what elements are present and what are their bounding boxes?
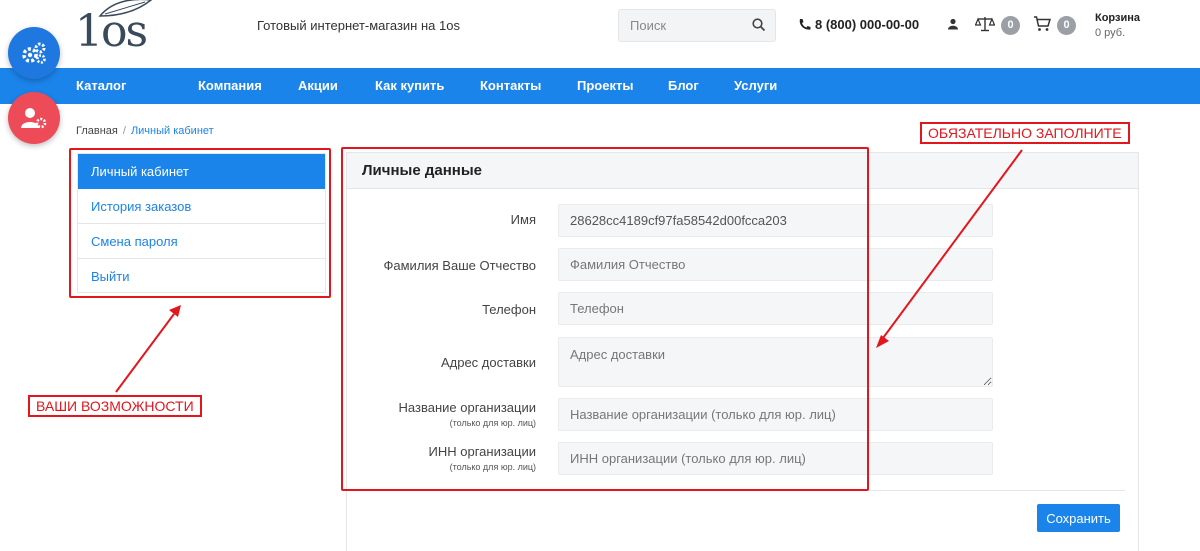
save-button[interactable]: Сохранить: [1037, 504, 1120, 532]
surname-input[interactable]: [558, 248, 993, 281]
user-icon[interactable]: [947, 18, 959, 30]
settings-fab-button[interactable]: [8, 27, 60, 79]
nav-item-how-to-buy[interactable]: Как купить: [375, 78, 444, 93]
sidebar-item-change-password[interactable]: Смена пароля: [78, 224, 325, 259]
account-sidebar: Личный кабинет История заказов Смена пар…: [77, 153, 326, 293]
sidebar-item-account[interactable]: Личный кабинет: [78, 154, 325, 189]
field-label-company-text: Название организации: [398, 400, 536, 415]
search-icon[interactable]: [751, 17, 767, 33]
phone-number: 8 (800) 000-00-00: [815, 17, 920, 32]
search-box: [618, 9, 776, 42]
field-label-inn-text: ИНН организации: [428, 444, 536, 459]
field-label-company: Название организации (только для юр. лиц…: [399, 400, 536, 428]
page: 1os Готовый интернет-магазин на 1os 8 (8…: [0, 0, 1200, 551]
field-label-phone: Телефон: [482, 302, 536, 317]
breadcrumb-current[interactable]: Личный кабинет: [131, 125, 214, 137]
note-fill-required: ОБЯЗАТЕЛЬНО ЗАПОЛНИТЕ: [920, 122, 1130, 144]
nav-item-company[interactable]: Компания: [198, 78, 262, 93]
field-note-company: (только для юр. лиц): [449, 418, 536, 428]
personal-data-panel: Личные данные Имя Фамилия Ваше Отчество …: [346, 152, 1139, 551]
cart-icon[interactable]: [1033, 16, 1051, 32]
sidebar-item-order-history[interactable]: История заказов: [78, 189, 325, 224]
phone-link[interactable]: 8 (800) 000-00-00: [798, 17, 919, 32]
field-label-surname: Фамилия Ваше Отчество: [383, 258, 537, 273]
user-settings-fab-button[interactable]: [8, 92, 60, 144]
cart-title[interactable]: Корзина: [1095, 12, 1140, 24]
field-label-name: Имя: [510, 212, 536, 227]
nav-item-blog[interactable]: Блог: [668, 78, 699, 93]
company-input[interactable]: [558, 398, 993, 431]
nav-item-promotions[interactable]: Акции: [298, 78, 338, 93]
cart-count-badge: 0: [1057, 16, 1076, 35]
field-label-address: Адрес доставки: [440, 355, 536, 370]
compare-count-badge: 0: [1001, 16, 1020, 35]
phone-icon: [799, 19, 811, 30]
search-input[interactable]: [619, 10, 739, 41]
compare-scales-icon[interactable]: [975, 16, 995, 32]
nav-item-contacts[interactable]: Контакты: [480, 78, 541, 93]
breadcrumb-separator: /: [122, 125, 126, 137]
gears-icon: [22, 42, 46, 64]
nav-item-projects[interactable]: Проекты: [577, 78, 633, 93]
name-input[interactable]: [558, 204, 993, 237]
field-label-inn: ИНН организации (только для юр. лиц): [429, 444, 536, 472]
main-nav: Каталог Компания Акции Как купить Контак…: [0, 68, 1200, 104]
user-gear-icon: [21, 108, 47, 129]
address-textarea[interactable]: [558, 337, 993, 387]
nav-item-services[interactable]: Услуги: [734, 78, 777, 93]
panel-title: Личные данные: [347, 153, 1138, 189]
note-your-options: ВАШИ ВОЗМОЖНОСТИ: [28, 395, 202, 417]
breadcrumb: Главная / Личный кабинет: [76, 125, 214, 137]
form-divider: [348, 490, 1125, 491]
inn-input[interactable]: [558, 442, 993, 475]
nav-item-catalog[interactable]: Каталог: [76, 78, 126, 93]
logo[interactable]: 1os: [75, 0, 153, 60]
logo-text: 1os: [75, 6, 148, 57]
phone-input[interactable]: [558, 292, 993, 325]
field-note-inn: (только для юр. лиц): [449, 462, 536, 472]
sidebar-item-logout[interactable]: Выйти: [78, 259, 325, 294]
breadcrumb-home[interactable]: Главная: [76, 125, 118, 137]
cart-sum: 0 руб.: [1095, 27, 1126, 39]
tagline: Готовый интернет-магазин на 1os: [257, 18, 460, 33]
